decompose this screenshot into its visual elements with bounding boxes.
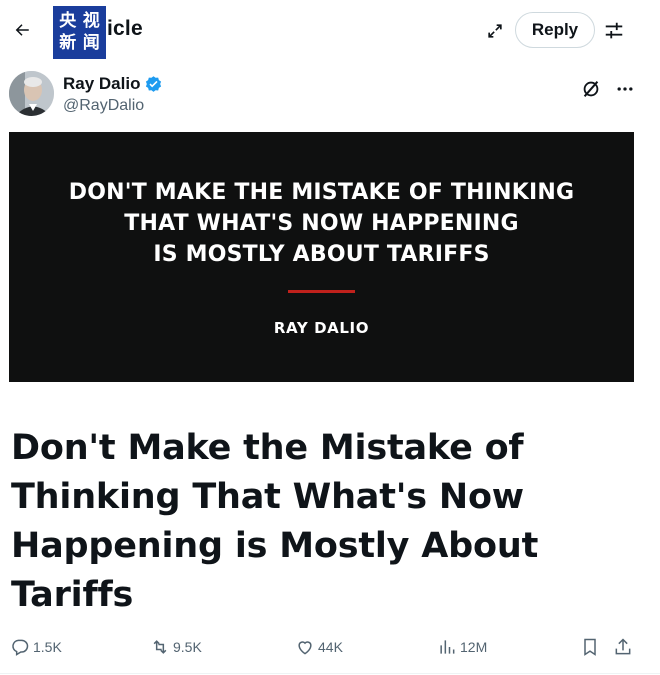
article-title-line: Happening is Mostly About [11,526,539,566]
action-bar: 1.5K 9.5K 44K 12M [0,632,660,662]
like-action[interactable]: 44K [295,634,343,660]
cover-quote-line: DON'T MAKE THE MISTAKE OF THINKING [68,180,575,205]
top-bar: 央 视 新 闻 icle Reply [0,0,660,60]
logo-char: 央 [59,10,77,31]
cover-quote-line: THAT WHAT'S NOW HAPPENING [124,211,519,236]
more-dots-icon [617,87,633,91]
repost-icon [153,640,167,654]
cover-quote: DON'T MAKE THE MISTAKE OF THINKING THAT … [9,177,634,270]
cover-author: RAY DALIO [273,319,370,337]
avatar-image [9,71,54,116]
back-button[interactable] [8,14,36,46]
author-handle[interactable]: @RayDalio [63,97,144,115]
divider [0,673,660,674]
reply-action[interactable]: 1.5K [10,634,62,660]
repost-action[interactable]: 9.5K [150,634,202,660]
logo-char: 闻 [82,33,100,54]
cover-divider [288,290,355,293]
bookmark-icon [584,638,596,656]
settings-button[interactable] [600,17,628,45]
article-cover-image[interactable]: DON'T MAKE THE MISTAKE OF THINKING THAT … [9,132,634,382]
cctv-news-logo: 央 视 新 闻 [53,6,106,59]
repost-count: 9.5K [173,639,202,655]
article-title: Don't Make the Mistake of Thinking That … [11,424,551,620]
sliders-icon [605,22,623,39]
page-title: icle [107,17,143,40]
views-action[interactable]: 12M [437,634,487,660]
grok-icon [583,81,599,97]
share-action[interactable] [613,634,633,660]
reply-count: 1.5K [33,639,62,655]
article-title-line: Thinking That What's Now [11,477,524,517]
share-icon [615,638,631,655]
logo-char: 视 [82,10,100,31]
reply-icon [12,639,29,656]
article-title-line: Don't Make the Mistake of [11,428,524,468]
article-title-line: Tariffs [11,575,134,615]
expand-icon [488,24,502,38]
bookmark-action[interactable] [580,634,600,660]
verified-badge-icon [144,75,163,94]
view-count: 12M [460,639,488,655]
avatar[interactable] [9,71,54,116]
like-count: 44K [318,639,343,655]
grok-button[interactable] [578,76,604,102]
heart-icon [298,641,312,655]
author-name-row: Ray Dalio [63,74,163,94]
views-chart-icon [440,640,455,654]
expand-button[interactable] [482,18,508,44]
author-row: Ray Dalio @RayDalio [0,64,660,124]
more-button[interactable] [612,76,638,102]
cover-quote-line: IS MOSTLY ABOUT TARIFFS [153,242,490,267]
back-arrow-icon [15,24,29,36]
reply-button[interactable]: Reply [515,12,595,48]
logo-char: 新 [59,33,77,54]
author-name[interactable]: Ray Dalio [63,74,140,94]
